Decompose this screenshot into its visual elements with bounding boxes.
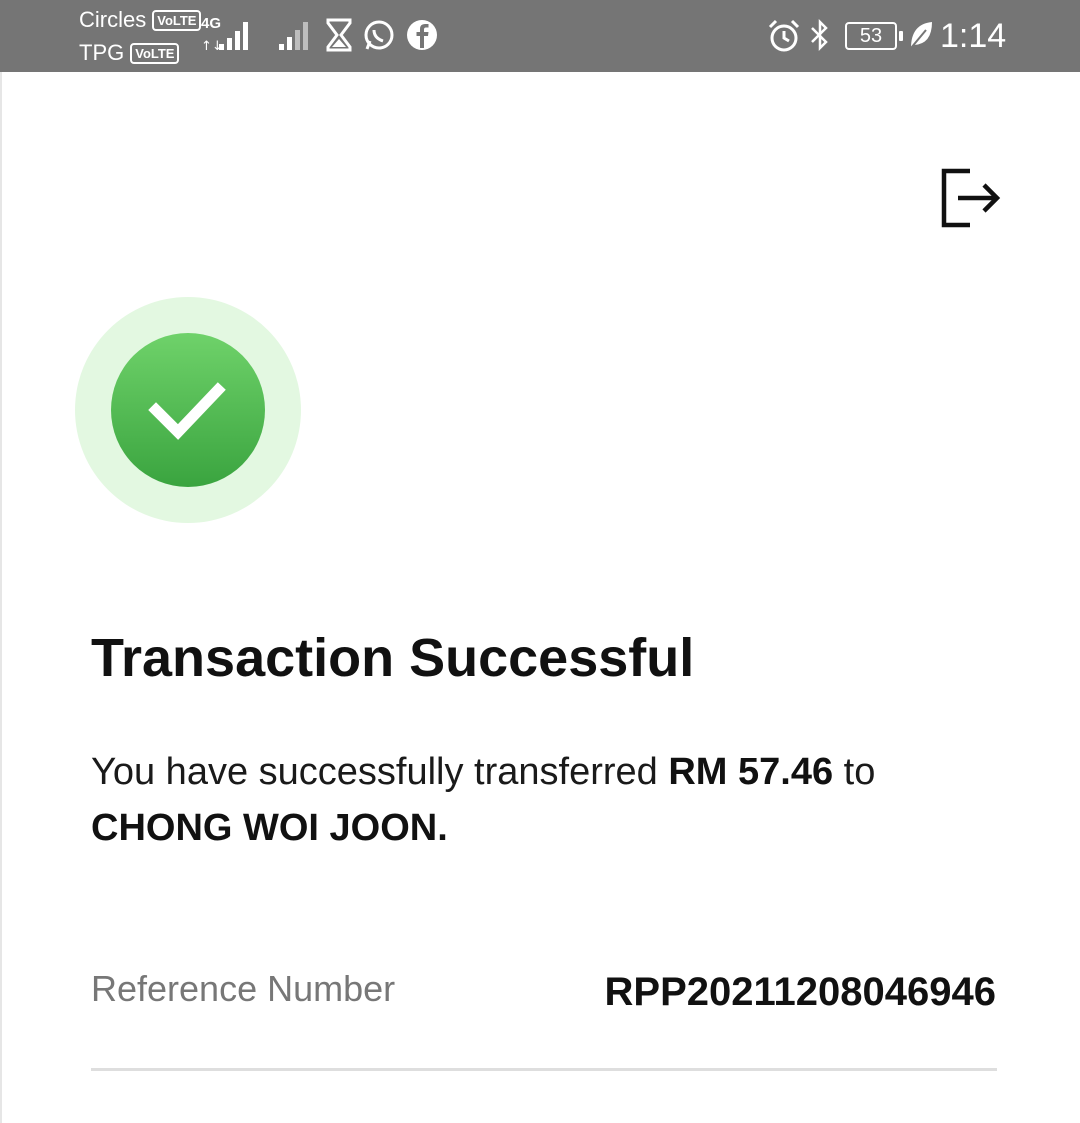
signal-weak-icon xyxy=(279,22,308,50)
signal-icon: ↑↓ xyxy=(201,22,248,54)
page-title: Transaction Successful xyxy=(91,628,695,688)
alarm-icon xyxy=(768,19,800,52)
reference-label: Reference Number xyxy=(91,968,396,1009)
clock: 1:14 xyxy=(940,17,1007,55)
transfer-message: You have successfully transferred RM 57.… xyxy=(91,744,996,856)
facebook-icon xyxy=(407,20,437,50)
status-bar: Circles VoLTE TPG VoLTE 4G ↑↓ 53 1:14 xyxy=(0,0,1080,72)
volte-badge: VoLTE xyxy=(152,9,202,31)
recipient-name: CHONG WOI JOON. xyxy=(91,807,448,849)
bluetooth-icon xyxy=(811,18,828,52)
carrier-1: Circles VoLTE xyxy=(79,7,202,32)
carrier-2-name: TPG xyxy=(79,40,125,65)
message-mid: to xyxy=(833,751,876,793)
exit-icon[interactable] xyxy=(940,167,1002,229)
leaf-icon xyxy=(910,22,932,49)
battery-tip xyxy=(899,31,903,41)
volte-badge: VoLTE xyxy=(130,42,180,64)
divider xyxy=(91,1068,997,1071)
message-prefix: You have successfully transferred xyxy=(91,751,669,793)
reference-number: RPP20211208046946 xyxy=(604,970,996,1014)
battery-icon: 53 xyxy=(845,22,897,50)
carrier-2: TPG VoLTE xyxy=(79,40,180,65)
whatsapp-icon xyxy=(364,20,394,50)
hourglass-icon xyxy=(326,18,352,52)
transfer-amount: RM 57.46 xyxy=(668,751,834,793)
carrier-1-name: Circles xyxy=(79,7,147,32)
check-icon xyxy=(148,382,226,440)
